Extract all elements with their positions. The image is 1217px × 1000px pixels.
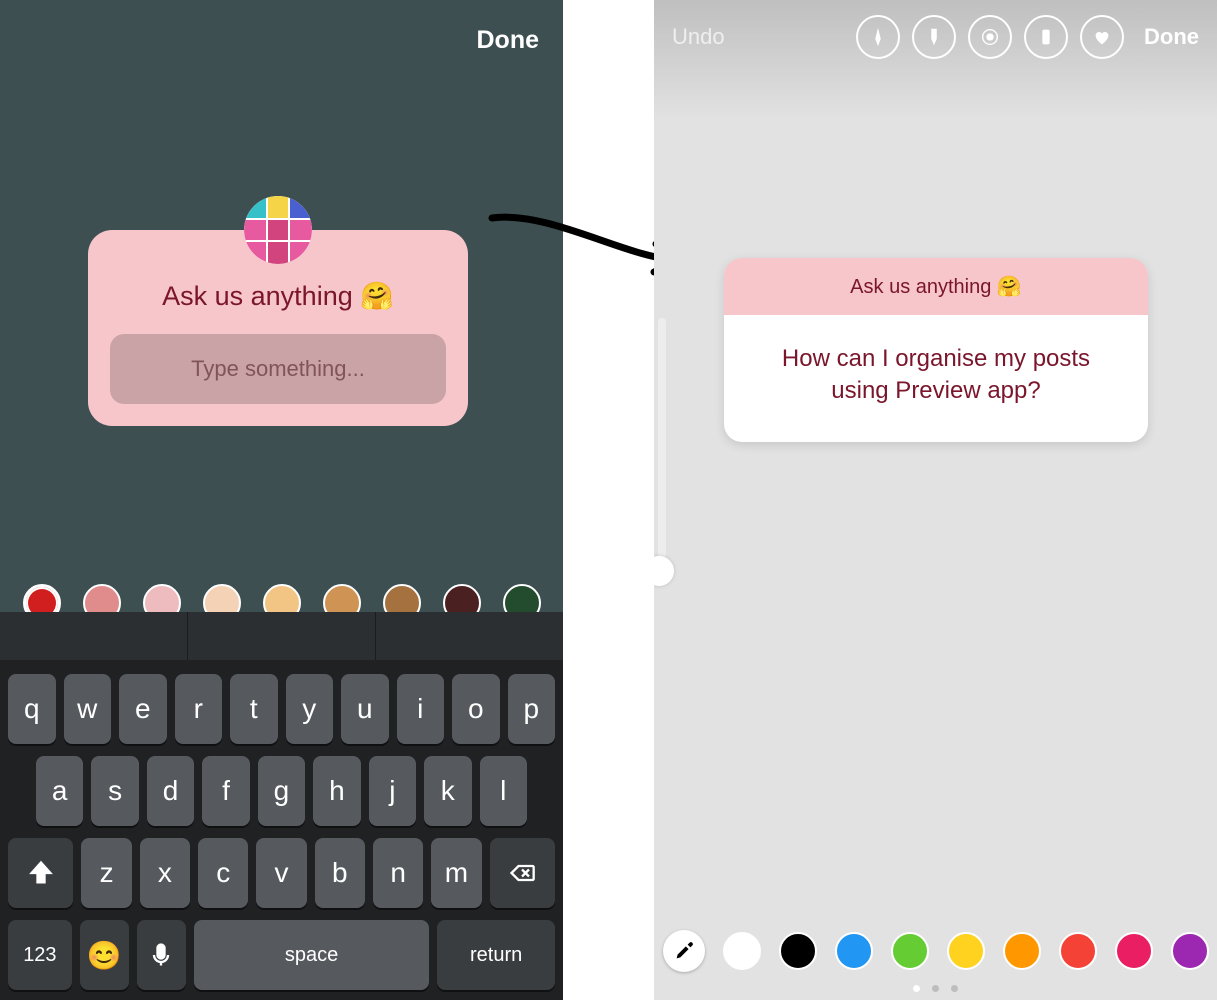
key-t[interactable]: t bbox=[230, 674, 278, 744]
key-w[interactable]: w bbox=[64, 674, 112, 744]
key-c[interactable]: c bbox=[198, 838, 248, 908]
screen-answer-editor: Undo Done Ask us anything 🤗 How can I or… bbox=[654, 0, 1217, 1000]
key-i[interactable]: i bbox=[397, 674, 445, 744]
done-button[interactable]: Done bbox=[477, 26, 540, 55]
question-prompt-text[interactable]: Ask us anything 🤗 bbox=[110, 280, 446, 312]
pen-tool-icon[interactable] bbox=[856, 15, 900, 59]
return-key[interactable]: return bbox=[437, 920, 555, 990]
color-swatch[interactable] bbox=[835, 932, 873, 970]
pager-dot bbox=[932, 985, 939, 992]
key-p[interactable]: p bbox=[508, 674, 556, 744]
key-b[interactable]: b bbox=[315, 838, 365, 908]
emoji-key[interactable]: 😊 bbox=[80, 920, 129, 990]
key-y[interactable]: y bbox=[286, 674, 334, 744]
key-q[interactable]: q bbox=[8, 674, 56, 744]
key-f[interactable]: f bbox=[202, 756, 249, 826]
screen-question-editor: Done Ask us anything 🤗 Typ bbox=[0, 0, 563, 1000]
palette-pager bbox=[654, 985, 1217, 992]
pager-dot bbox=[951, 985, 958, 992]
key-e[interactable]: e bbox=[119, 674, 167, 744]
key-m[interactable]: m bbox=[431, 838, 481, 908]
brush-size-track[interactable] bbox=[658, 318, 666, 558]
color-swatch[interactable] bbox=[891, 932, 929, 970]
suggestion-slot[interactable] bbox=[0, 612, 188, 660]
key-a[interactable]: a bbox=[36, 756, 83, 826]
pager-dot bbox=[913, 985, 920, 992]
color-swatch[interactable] bbox=[1003, 932, 1041, 970]
color-swatch[interactable] bbox=[947, 932, 985, 970]
marker-tool-icon[interactable] bbox=[912, 15, 956, 59]
done-button[interactable]: Done bbox=[1144, 24, 1199, 50]
brush-size-handle[interactable] bbox=[654, 556, 674, 586]
key-d[interactable]: d bbox=[147, 756, 194, 826]
neon-tool-icon[interactable] bbox=[968, 15, 1012, 59]
question-sticker[interactable]: Ask us anything 🤗 Type something... bbox=[88, 230, 468, 426]
numbers-key[interactable]: 123 bbox=[8, 920, 72, 990]
answer-body-text: How can I organise my posts using Previe… bbox=[724, 315, 1148, 442]
key-v[interactable]: v bbox=[256, 838, 306, 908]
suggestion-slot[interactable] bbox=[376, 612, 563, 660]
eraser-tool-icon[interactable] bbox=[1024, 15, 1068, 59]
suggestion-slot[interactable] bbox=[188, 612, 376, 660]
color-swatch[interactable] bbox=[1171, 932, 1209, 970]
answer-sticker[interactable]: Ask us anything 🤗 How can I organise my … bbox=[724, 258, 1148, 442]
color-swatch[interactable] bbox=[723, 932, 761, 970]
keyboard: qwertyuiop asdfghjkl zxcvbnm 123😊 spacere… bbox=[0, 660, 563, 1000]
key-l[interactable]: l bbox=[480, 756, 527, 826]
color-swatch[interactable] bbox=[779, 932, 817, 970]
key-z[interactable]: z bbox=[81, 838, 131, 908]
heart-tool-icon[interactable] bbox=[1080, 15, 1124, 59]
space-key[interactable]: space bbox=[194, 920, 429, 990]
key-x[interactable]: x bbox=[140, 838, 190, 908]
key-u[interactable]: u bbox=[341, 674, 389, 744]
shift-key[interactable] bbox=[8, 838, 73, 908]
color-swatch[interactable] bbox=[1115, 932, 1153, 970]
key-o[interactable]: o bbox=[452, 674, 500, 744]
key-j[interactable]: j bbox=[369, 756, 416, 826]
question-input[interactable]: Type something... bbox=[110, 334, 446, 404]
mic-key[interactable] bbox=[137, 920, 186, 990]
key-n[interactable]: n bbox=[373, 838, 423, 908]
undo-button[interactable]: Undo bbox=[672, 24, 725, 50]
key-k[interactable]: k bbox=[424, 756, 471, 826]
key-r[interactable]: r bbox=[175, 674, 223, 744]
answer-prompt-text: Ask us anything 🤗 bbox=[724, 258, 1148, 315]
profile-avatar bbox=[244, 196, 312, 264]
key-g[interactable]: g bbox=[258, 756, 305, 826]
eyedropper-icon[interactable] bbox=[663, 930, 705, 972]
color-swatch[interactable] bbox=[1059, 932, 1097, 970]
color-palette bbox=[654, 930, 1217, 972]
key-s[interactable]: s bbox=[91, 756, 138, 826]
keyboard-suggestions bbox=[0, 612, 563, 660]
key-h[interactable]: h bbox=[313, 756, 360, 826]
backspace-key[interactable] bbox=[490, 838, 555, 908]
drawing-toolbar: Undo Done bbox=[654, 0, 1217, 74]
